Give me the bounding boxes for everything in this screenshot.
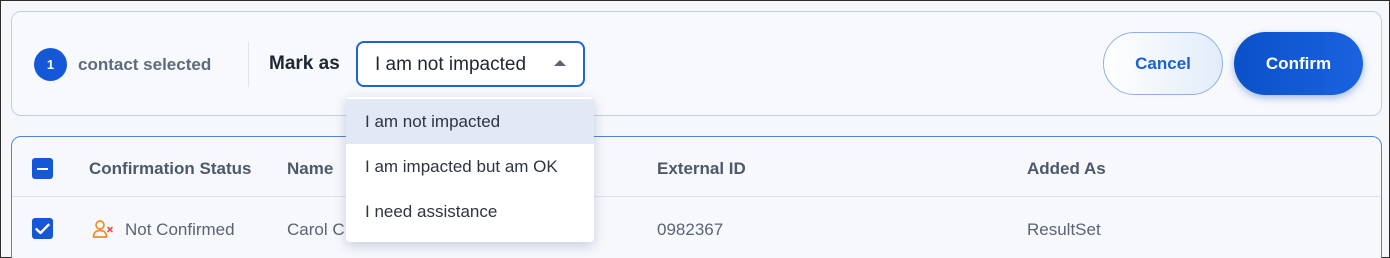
row-checkbox[interactable] bbox=[32, 218, 53, 239]
added-as-cell: ResultSet bbox=[1027, 220, 1101, 239]
checkmark-icon bbox=[35, 223, 50, 234]
status-text: Not Confirmed bbox=[125, 220, 235, 239]
name-cell: Carol C bbox=[287, 220, 345, 239]
divider bbox=[248, 42, 249, 87]
selection-count-badge: 1 bbox=[34, 48, 67, 81]
select-all-checkbox[interactable] bbox=[32, 158, 53, 179]
bulk-action-bar: 1 contact selected Mark as I am not impa… bbox=[11, 11, 1382, 116]
column-header-added-as[interactable]: Added As bbox=[1027, 159, 1106, 179]
menu-item-not-impacted[interactable]: I am not impacted bbox=[346, 99, 594, 144]
mark-as-select[interactable]: I am not impacted bbox=[356, 41, 585, 87]
mark-as-select-value: I am not impacted bbox=[375, 54, 527, 75]
external-id-cell: 0982367 bbox=[657, 220, 724, 239]
mark-as-label: Mark as bbox=[269, 53, 340, 74]
selection-count-label: contact selected bbox=[78, 55, 212, 74]
confirm-button[interactable]: Confirm bbox=[1234, 32, 1363, 95]
column-header-external-id[interactable]: External ID bbox=[657, 159, 746, 179]
cancel-button[interactable]: Cancel bbox=[1103, 32, 1223, 95]
mark-as-dropdown-menu: I am not impacted I am impacted but am O… bbox=[346, 97, 594, 242]
column-header-name[interactable]: Name bbox=[287, 159, 333, 179]
indeterminate-icon bbox=[37, 167, 48, 170]
chevron-up-icon bbox=[554, 60, 566, 66]
menu-item-impacted-ok[interactable]: I am impacted but am OK bbox=[346, 144, 594, 189]
contacts-table: Confirmation Status Name External ID Add… bbox=[11, 136, 1382, 258]
app-frame: 1 contact selected Mark as I am not impa… bbox=[0, 0, 1390, 258]
user-not-confirmed-icon bbox=[92, 220, 113, 238]
menu-item-need-assistance[interactable]: I need assistance bbox=[346, 189, 594, 234]
column-header-confirmation-status[interactable]: Confirmation Status bbox=[89, 159, 251, 179]
